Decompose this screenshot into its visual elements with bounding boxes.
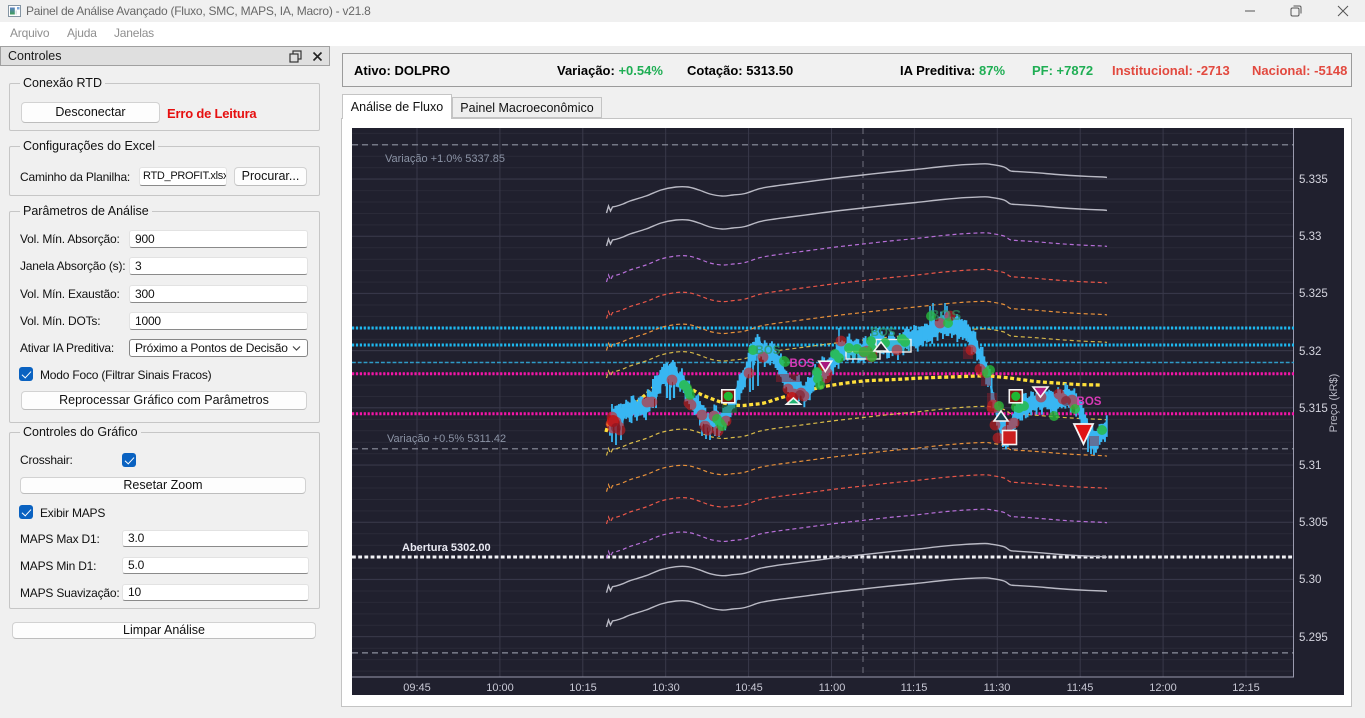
svg-text:5.295: 5.295 xyxy=(1299,632,1328,644)
svg-text:Abertura 5302.00: Abertura 5302.00 xyxy=(402,542,491,554)
svg-text:11:00: 11:00 xyxy=(819,682,846,694)
svg-text:5.305: 5.305 xyxy=(1299,517,1328,529)
svg-text:Preço (kR$): Preço (kR$) xyxy=(1328,374,1340,433)
svg-text:Variação +0.5% 5311.42: Variação +0.5% 5311.42 xyxy=(387,433,506,445)
svg-text:BOS: BOS xyxy=(790,358,815,370)
svg-text:5.32: 5.32 xyxy=(1299,346,1321,358)
svg-text:Variação +1.0% 5337.85: Variação +1.0% 5337.85 xyxy=(385,153,505,165)
svg-text:5.315: 5.315 xyxy=(1299,403,1328,415)
svg-text:BOS: BOS xyxy=(929,307,962,324)
svg-text:5.335: 5.335 xyxy=(1299,174,1328,186)
svg-text:12:00: 12:00 xyxy=(1149,682,1177,694)
svg-text:5.30: 5.30 xyxy=(1299,574,1321,586)
svg-text:12:15: 12:15 xyxy=(1232,682,1260,694)
svg-text:10:30: 10:30 xyxy=(652,682,680,694)
svg-text:11:15: 11:15 xyxy=(901,682,928,694)
svg-text:5.325: 5.325 xyxy=(1299,288,1328,300)
svg-text:09:45: 09:45 xyxy=(403,682,431,694)
svg-text:10:45: 10:45 xyxy=(735,682,763,694)
svg-text:BOS: BOS xyxy=(756,345,781,357)
svg-text:11:45: 11:45 xyxy=(1067,682,1094,694)
svg-text:11:30: 11:30 xyxy=(984,682,1011,694)
svg-text:BOS: BOS xyxy=(871,327,896,339)
svg-text:5.31: 5.31 xyxy=(1299,460,1321,472)
svg-text:5.33: 5.33 xyxy=(1299,231,1321,243)
svg-text:10:00: 10:00 xyxy=(486,682,514,694)
svg-text:BOS: BOS xyxy=(1077,396,1102,408)
svg-text:10:15: 10:15 xyxy=(569,682,597,694)
